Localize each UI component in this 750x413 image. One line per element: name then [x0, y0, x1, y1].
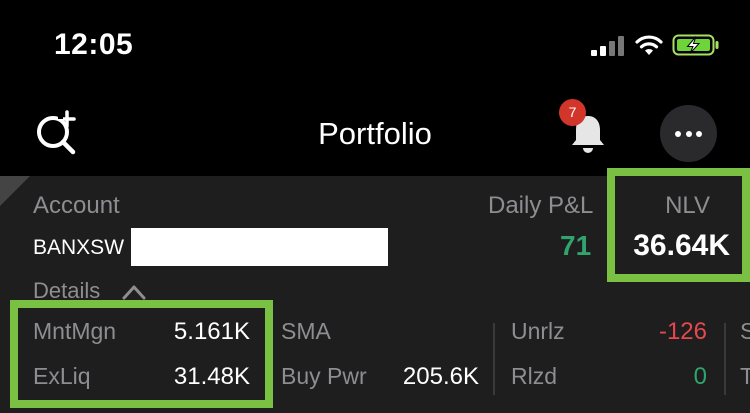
- sma-label: SMA: [281, 318, 331, 344]
- column-divider: [493, 323, 495, 395]
- column-divider: [724, 323, 726, 395]
- unrealized-pnl-label: Unrlz: [511, 318, 565, 344]
- realized-pnl-label: Rlzd: [511, 363, 558, 389]
- account-label: Account: [33, 192, 120, 219]
- daily-pnl-label: Daily P&L: [488, 192, 594, 219]
- status-time: 12:05: [54, 28, 134, 61]
- battery-charging-icon: [672, 34, 719, 56]
- unrealized-pnl-value: -126: [658, 318, 707, 345]
- page-title: Portfolio: [318, 116, 432, 151]
- realized-pnl-value: 0: [693, 363, 707, 390]
- cellular-signal-icon: [591, 36, 627, 56]
- status-bar: 12:05: [0, 0, 750, 92]
- more-options-button[interactable]: [660, 105, 717, 162]
- buying-power-value: 205.6K: [402, 363, 479, 390]
- wifi-icon: [635, 35, 663, 55]
- nlv-highlight-box: [607, 168, 750, 282]
- app-header: Portfolio 7: [0, 92, 750, 176]
- redacted-block: [131, 228, 388, 266]
- notification-badge: 7: [559, 99, 586, 126]
- buying-power-label: Buy Pwr: [281, 363, 367, 389]
- daily-pnl-value: 71: [560, 230, 592, 261]
- truncated-column-label: T: [740, 363, 750, 389]
- account-id[interactable]: BANXSW: [33, 236, 124, 260]
- chevron-up-icon[interactable]: [122, 284, 146, 300]
- corner-fold: [0, 176, 30, 206]
- truncated-column-label: S: [740, 318, 750, 344]
- margin-highlight-box: [10, 300, 273, 408]
